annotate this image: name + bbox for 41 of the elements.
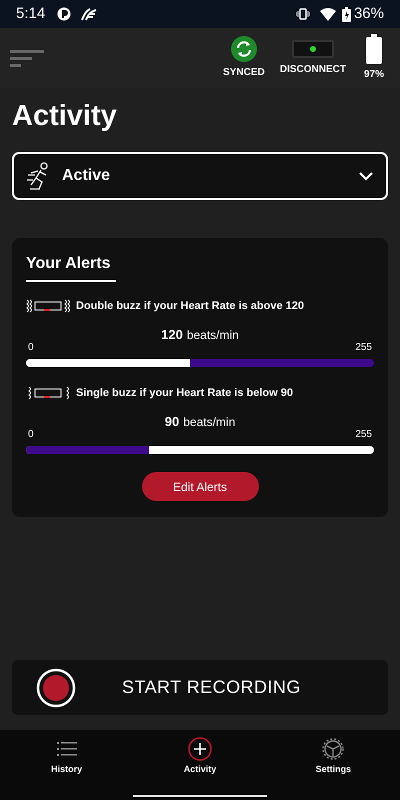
activity-dropdown[interactable]: Active — [12, 152, 388, 200]
alert-description: Single buzz if your Heart Rate is below 90 — [76, 386, 293, 401]
status-time: 5:14 — [16, 4, 46, 24]
buzz-icon — [26, 299, 72, 314]
range-max: 255 — [355, 428, 372, 442]
range-min: 0 — [28, 428, 34, 442]
slider-track[interactable] — [26, 446, 374, 454]
alert-description: Double buzz if your Heart Rate is above 120 — [76, 299, 304, 314]
battery-icon — [342, 6, 351, 22]
edit-alerts-button[interactable]: Edit Alerts — [142, 472, 258, 501]
wifi-icon — [320, 8, 336, 20]
alert-unit: beats/min — [183, 414, 236, 430]
app-notification-icon — [81, 7, 98, 21]
range-max: 255 — [355, 341, 372, 355]
range-min: 0 — [28, 341, 34, 355]
sync-icon[interactable] — [230, 36, 257, 62]
device-icon[interactable] — [292, 39, 334, 59]
slider-fill[interactable] — [26, 446, 149, 454]
nav-tab[interactable]: Settings — [266, 730, 400, 800]
slider-fill[interactable] — [26, 359, 190, 367]
alert-unit: beats/min — [186, 326, 239, 344]
slider-track[interactable] — [26, 359, 374, 367]
device-battery-icon — [366, 34, 382, 64]
nav-tab[interactable]: Activity — [133, 730, 267, 800]
alerts-title: Your Alerts — [26, 252, 116, 282]
record-icon — [36, 668, 76, 708]
alert-value: 120 — [161, 326, 183, 344]
start-recording-button[interactable]: START RECORDING — [12, 660, 388, 715]
settings-icon — [321, 737, 346, 761]
disconnect-button[interactable]: DISCONNECT — [280, 62, 346, 77]
chevron-down-icon — [358, 171, 374, 181]
nav-tab[interactable]: History — [0, 730, 134, 800]
sync-label: SYNCED — [223, 66, 265, 80]
device-battery-percent: 97% — [364, 68, 384, 82]
battery-percent: 36% — [354, 4, 384, 24]
notification-icon — [57, 7, 72, 21]
page-title: Activity — [11, 99, 118, 134]
buzz-icon — [26, 386, 72, 400]
vibrate-icon — [296, 8, 310, 20]
alert-value: 90 — [164, 412, 180, 430]
plus-icon — [188, 737, 212, 761]
